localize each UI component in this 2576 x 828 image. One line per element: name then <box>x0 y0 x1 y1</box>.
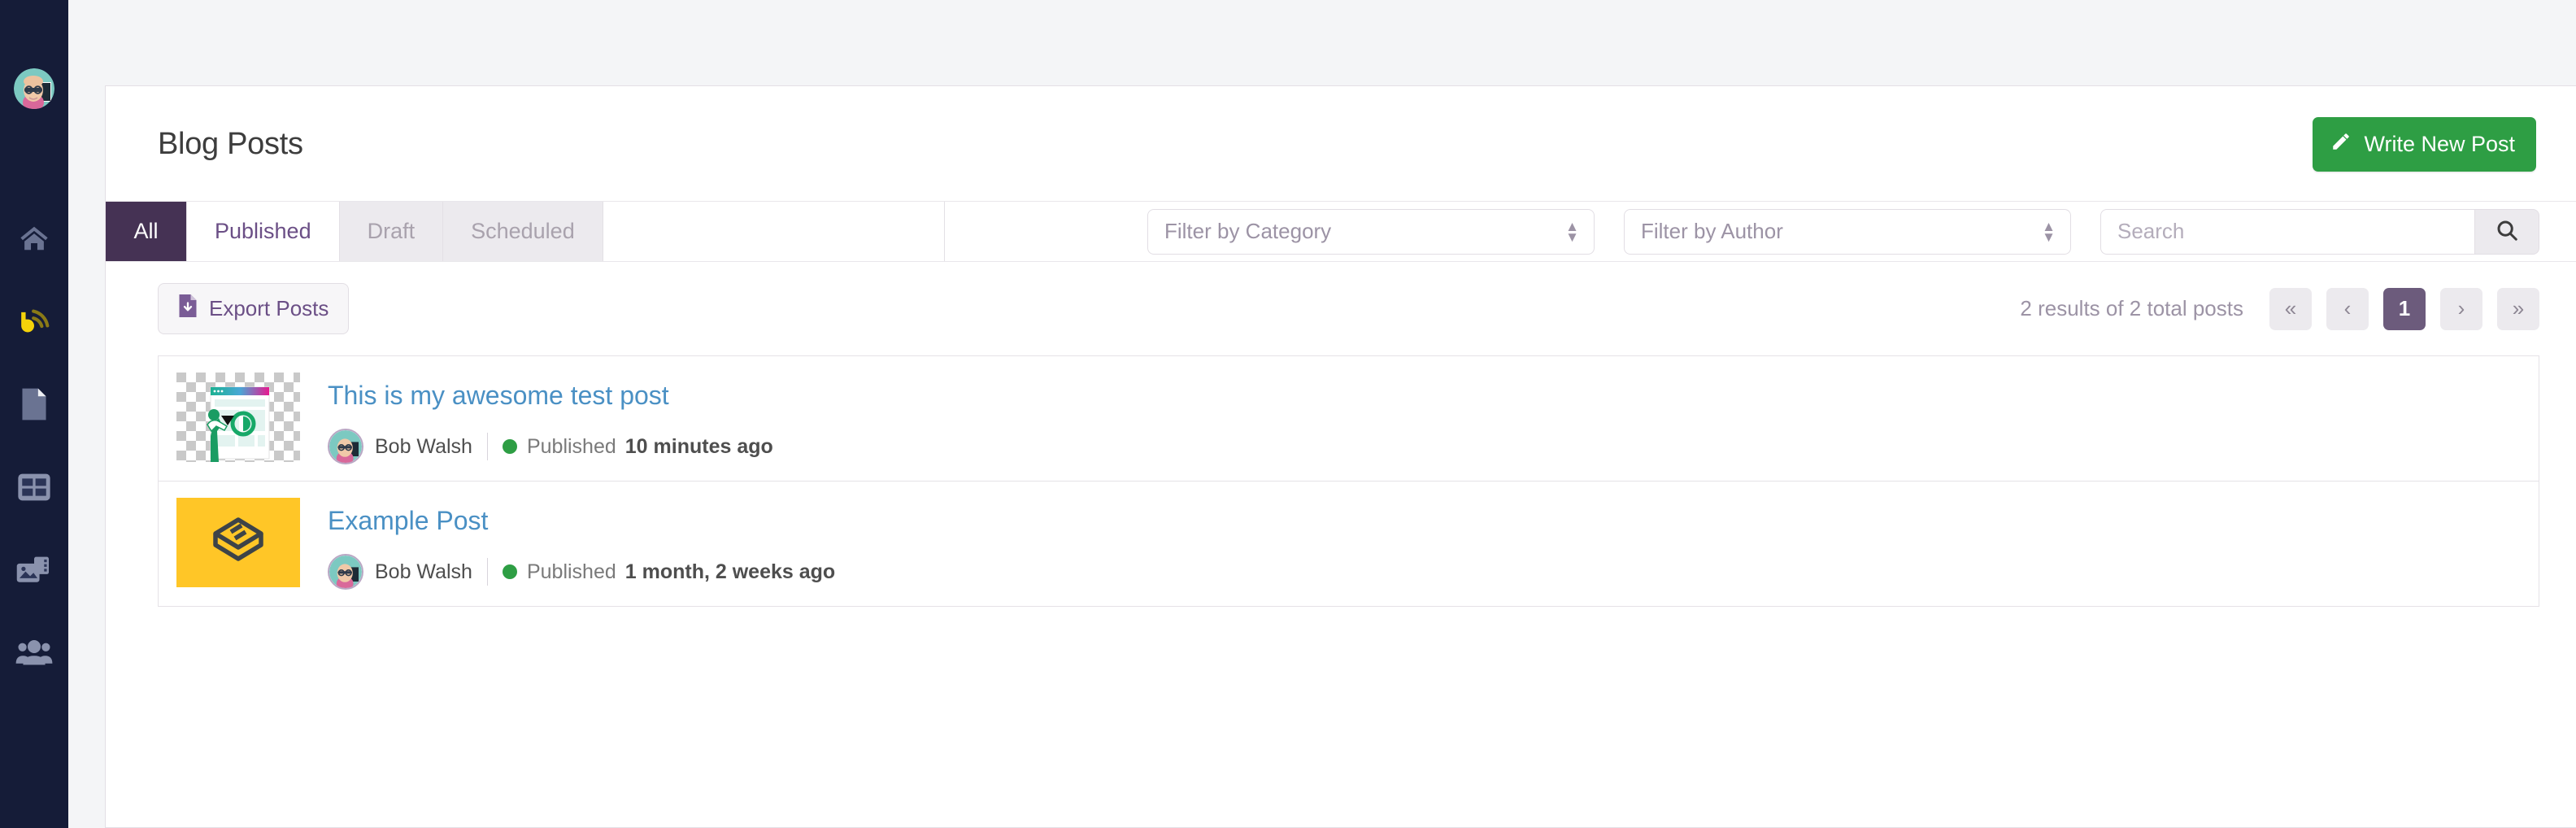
sidebar-item-home[interactable] <box>0 197 68 280</box>
tab-all[interactable]: All <box>106 202 187 261</box>
post-list: This is my awesome test post <box>106 355 2576 607</box>
post-title-link[interactable]: This is my awesome test post <box>328 381 669 411</box>
filter-by-author-select[interactable]: Filter by Author ▲▼ <box>1624 209 2071 255</box>
app-root: Blog Posts Write New Post All Published <box>0 0 2576 828</box>
results-count: 2 results of 2 total posts <box>2020 296 2243 321</box>
sidebar-item-pages[interactable] <box>0 363 68 446</box>
status-tabs: All Published Draft Scheduled <box>106 202 945 261</box>
home-icon <box>17 223 51 254</box>
meta-divider <box>487 558 488 586</box>
post-thumbnail <box>176 373 300 462</box>
search-group <box>2100 209 2539 255</box>
status-badge <box>503 439 517 454</box>
filter-by-category-select[interactable]: Filter by Category ▲▼ <box>1147 209 1595 255</box>
export-posts-button[interactable]: Export Posts <box>158 283 349 334</box>
search-button[interactable] <box>2474 209 2539 255</box>
action-bar: Export Posts 2 results of 2 total posts … <box>106 262 2576 355</box>
chevron-updown-icon: ▲▼ <box>1565 223 1579 241</box>
post-title-link[interactable]: Example Post <box>328 506 488 536</box>
post-meta: Bob Walsh Published 10 minutes ago <box>328 429 773 464</box>
search-icon <box>2495 218 2519 245</box>
users-icon <box>15 640 53 666</box>
user-avatar[interactable] <box>14 68 54 109</box>
post-status: Published <box>527 435 616 459</box>
post-status: Published <box>527 560 616 584</box>
page-1-button[interactable]: 1 <box>2383 288 2426 330</box>
pagination: 2 results of 2 total posts « ‹ 1 › » <box>2020 288 2539 330</box>
post-author: Bob Walsh <box>375 435 472 459</box>
avatar <box>328 554 363 590</box>
prev-page-button[interactable]: ‹ <box>2326 288 2369 330</box>
page-title: Blog Posts <box>158 127 303 162</box>
media-icon <box>15 556 53 585</box>
last-page-button[interactable]: » <box>2497 288 2539 330</box>
filter-by-category-label: Filter by Category <box>1164 219 1331 244</box>
write-new-post-button[interactable]: Write New Post <box>2313 117 2536 172</box>
tab-scheduled[interactable]: Scheduled <box>443 202 603 261</box>
next-page-button[interactable]: › <box>2440 288 2482 330</box>
sidebar-item-blog[interactable] <box>0 280 68 363</box>
search-input[interactable] <box>2100 209 2474 255</box>
post-author: Bob Walsh <box>375 560 472 584</box>
tab-published[interactable]: Published <box>187 202 340 261</box>
tab-draft[interactable]: Draft <box>340 202 444 261</box>
status-badge <box>503 564 517 579</box>
table-row[interactable]: This is my awesome test post <box>158 355 2539 481</box>
post-body: This is my awesome test post <box>328 373 773 464</box>
meta-divider <box>487 433 488 460</box>
table-row[interactable]: Example Post <box>158 481 2539 607</box>
sidebar-nav <box>0 197 68 695</box>
post-meta: Bob Walsh Published 1 month, 2 weeks ago <box>328 554 835 590</box>
tabs-spacer <box>603 202 945 261</box>
sidebar-item-media[interactable] <box>0 529 68 612</box>
post-thumbnail <box>176 498 300 587</box>
pencil-icon <box>2330 131 2352 158</box>
sidebar-item-users[interactable] <box>0 612 68 695</box>
toolbar: All Published Draft Scheduled Filter by … <box>106 202 2576 262</box>
post-body: Example Post <box>328 498 835 590</box>
avatar <box>328 429 363 464</box>
write-new-post-label: Write New Post <box>2364 132 2515 157</box>
blog-icon <box>17 306 51 337</box>
sidebar <box>0 0 68 828</box>
export-posts-label: Export Posts <box>209 296 329 321</box>
post-time: 10 minutes ago <box>625 435 773 459</box>
first-page-button[interactable]: « <box>2269 288 2312 330</box>
file-download-icon <box>178 294 198 323</box>
main-content: Blog Posts Write New Post All Published <box>68 0 2576 828</box>
card-header: Blog Posts Write New Post <box>106 86 2576 202</box>
chevron-updown-icon: ▲▼ <box>2042 223 2056 241</box>
blog-posts-card: Blog Posts Write New Post All Published <box>105 85 2576 828</box>
page-icon <box>18 387 50 421</box>
sidebar-item-grid[interactable] <box>0 446 68 529</box>
filter-group: Filter by Category ▲▼ Filter by Author ▲… <box>945 202 2576 261</box>
grid-icon <box>16 473 52 502</box>
post-time: 1 month, 2 weeks ago <box>625 560 835 584</box>
filter-by-author-label: Filter by Author <box>1641 219 1783 244</box>
